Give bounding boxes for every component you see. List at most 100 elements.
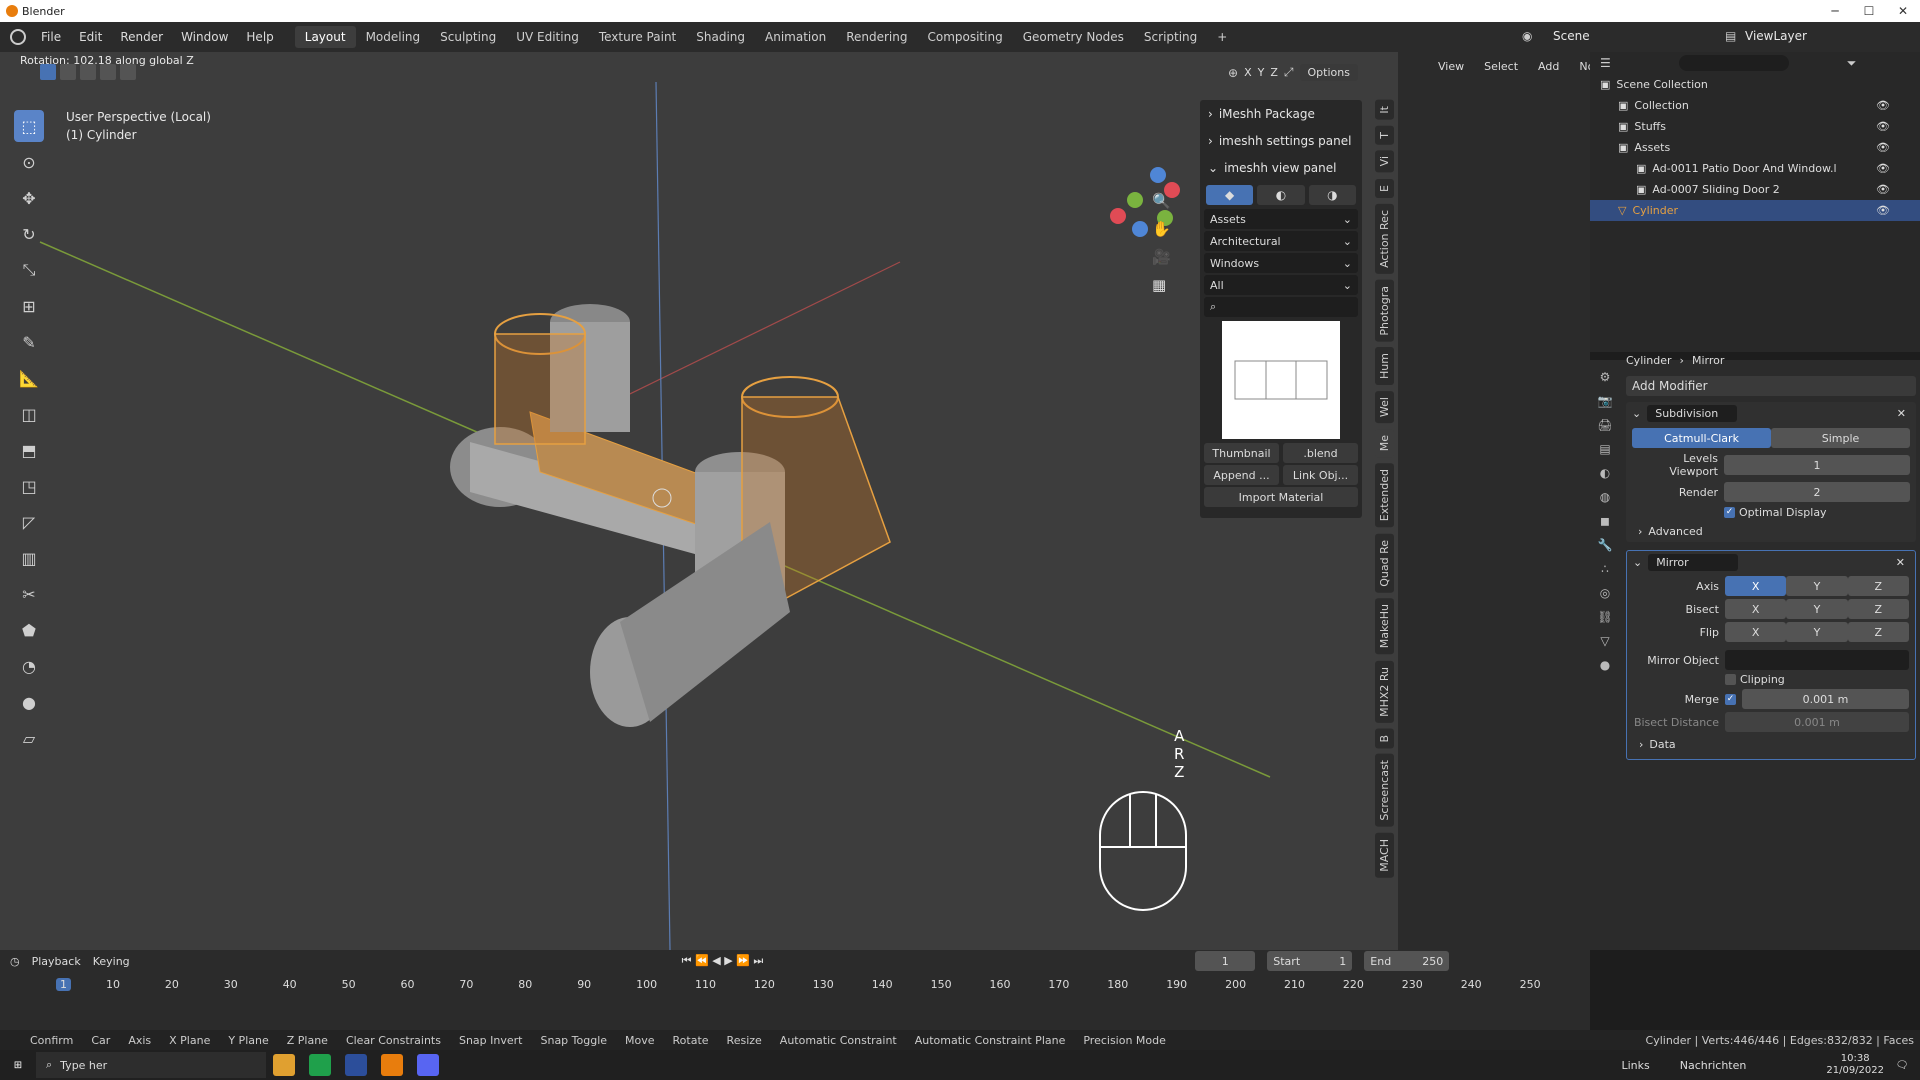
news-widget[interactable]: Nachrichten [1680, 1059, 1747, 1072]
add-modifier-button[interactable]: Add Modifier [1626, 376, 1916, 396]
subcategory-dropdown[interactable]: Windows ⌄ [1204, 253, 1358, 273]
visibility-eye-icon[interactable]: 👁 [1876, 141, 1890, 154]
playback-menu[interactable]: Playback [32, 955, 81, 968]
simple-button[interactable]: Simple [1771, 428, 1910, 448]
outliner-row[interactable]: ▣ Stuffs 👁 [1590, 116, 1920, 137]
annotate-tool-icon[interactable]: ✎ [14, 326, 44, 358]
flip-y-toggle[interactable]: Y [1786, 622, 1848, 642]
hdri-tab-icon[interactable]: ◑ [1308, 185, 1356, 205]
polybuild-tool-icon[interactable]: ⬟ [14, 614, 44, 646]
start-icon[interactable]: ⊞ [7, 1054, 29, 1076]
clipping-checkbox[interactable] [1725, 674, 1736, 685]
zoom-icon[interactable]: 🔍 [1152, 192, 1171, 210]
material-props-icon[interactable]: ● [1600, 658, 1610, 672]
rotate-tool-icon[interactable]: ↻ [14, 218, 44, 250]
tab-modeling[interactable]: Modeling [356, 26, 431, 48]
extrude-tool-icon[interactable]: ⬒ [14, 434, 44, 466]
sidebar-tab-tool[interactable]: T [1375, 125, 1394, 145]
tab-sculpting[interactable]: Sculpting [430, 26, 506, 48]
keying-menu[interactable]: Keying [93, 955, 130, 968]
shear-tool-icon[interactable]: ▱ [14, 722, 44, 754]
visibility-eye-icon[interactable]: 👁 [1876, 204, 1890, 217]
view-layer-props-icon[interactable]: ▤ [1599, 442, 1610, 456]
tool-props-icon[interactable]: ⚙ [1600, 370, 1611, 384]
sidebar-tab-mhx2[interactable]: MHX2 Ru [1375, 660, 1394, 723]
sidebar-tab-wel[interactable]: Wel [1375, 391, 1394, 424]
filter-icon[interactable]: ⏷ [1847, 56, 1857, 71]
blender-taskbar-icon[interactable] [381, 1054, 403, 1076]
minimize-button[interactable]: ─ [1818, 0, 1852, 22]
menu-file[interactable]: File [32, 30, 70, 44]
spin-tool-icon[interactable]: ◔ [14, 650, 44, 682]
sidebar-tab-view[interactable]: Vi [1375, 150, 1394, 173]
blend-button[interactable]: .blend [1283, 443, 1358, 463]
sidebar-tab-edit[interactable]: E [1375, 178, 1394, 198]
scene-props-icon[interactable]: ◐ [1600, 466, 1610, 480]
measure-tool-icon[interactable]: 📐 [14, 362, 44, 394]
levels-viewport-field[interactable]: 1 [1724, 455, 1910, 475]
select-tool-icon[interactable]: ⬚ [14, 110, 44, 142]
discord-icon[interactable] [417, 1054, 439, 1076]
display-mode-icon[interactable]: ☰ [1600, 56, 1611, 70]
append-button[interactable]: Append ... [1204, 465, 1279, 485]
sidebar-tab-mach[interactable]: MACH [1375, 832, 1394, 878]
options-dropdown[interactable]: Options [1299, 64, 1358, 81]
outliner-row[interactable]: ▽ Cylinder 👁 [1590, 200, 1920, 221]
axis-y-toggle[interactable]: Y [1786, 576, 1848, 596]
close-window-button[interactable]: ✕ [1886, 0, 1920, 22]
outliner-row[interactable]: ▣ Assets 👁 [1590, 137, 1920, 158]
particles-props-icon[interactable]: ∴ [1601, 562, 1609, 576]
play-controls[interactable]: ⏮ ⏪ ◀ ▶ ⏩ ⏭ [682, 954, 764, 968]
cursor-tool-icon[interactable]: ⊙ [14, 146, 44, 178]
timeline-ruler[interactable]: 1 10 20 30 40 50 60 70 80 90 100 110 120 130 140 150 160… [0, 978, 1590, 998]
object-props-icon[interactable]: ◼ [1600, 514, 1610, 528]
world-props-icon[interactable]: ◍ [1600, 490, 1610, 504]
imeshh-package-header[interactable]: › iMeshh Package [1200, 100, 1362, 127]
outliner-row[interactable]: ▣ Ad-0011 Patio Door And Window.l 👁 [1590, 158, 1920, 179]
menu-help[interactable]: Help [237, 30, 282, 44]
end-frame-field[interactable]: End 250 [1364, 951, 1450, 971]
sidebar-tab-hum[interactable]: Hum [1375, 347, 1394, 386]
category-dropdown[interactable]: Architectural ⌄ [1204, 231, 1358, 251]
tab-texture-paint[interactable]: Texture Paint [589, 26, 686, 48]
node-editor-area[interactable]: View Select Add Node [1398, 52, 1608, 950]
outliner-row[interactable]: ▣ Scene Collection [1590, 74, 1920, 95]
gizmo-toggle-icon[interactable]: ⊕ [1228, 66, 1238, 80]
camera-icon[interactable]: 🎥 [1152, 248, 1171, 266]
axis-x-toggle[interactable]: X [1725, 576, 1787, 596]
flip-z-toggle[interactable]: Z [1847, 622, 1909, 642]
spotify-icon[interactable] [309, 1054, 331, 1076]
smooth-tool-icon[interactable]: ● [14, 686, 44, 718]
3d-viewport[interactable]: Rotation: 102.18 along global Z User Per… [0, 52, 1398, 950]
file-explorer-icon[interactable] [273, 1054, 295, 1076]
node-menu-add[interactable]: Add [1538, 60, 1559, 73]
sidebar-tab-item[interactable]: It [1375, 100, 1394, 120]
taskbar-search[interactable]: ⌕ Type her [36, 1052, 266, 1078]
outliner-row[interactable]: ▣ Ad-0007 Sliding Door 2 👁 [1590, 179, 1920, 200]
outliner-row[interactable]: ▣ Collection 👁 [1590, 95, 1920, 116]
tab-shading[interactable]: Shading [686, 26, 755, 48]
current-frame-field[interactable]: 1 [1195, 951, 1256, 971]
tab-scripting[interactable]: Scripting [1134, 26, 1207, 48]
menu-edit[interactable]: Edit [70, 30, 111, 44]
remove-subdivision-icon[interactable]: ✕ [1897, 407, 1906, 420]
modifier-props-icon[interactable]: 🔧 [1598, 538, 1613, 552]
thumbnail-button[interactable]: Thumbnail [1204, 443, 1279, 463]
grid-view-icon[interactable]: ▦ [1152, 276, 1171, 294]
outliner-search-input[interactable] [1678, 55, 1789, 71]
data-props-icon[interactable]: ▽ [1600, 634, 1609, 648]
sidebar-tab-action-rec[interactable]: Action Rec [1375, 203, 1394, 274]
sidebar-tab-makehu[interactable]: MakeHu [1375, 598, 1394, 655]
render-props-icon[interactable]: 📷 [1598, 394, 1613, 408]
scene-selector[interactable]: Scene [1553, 29, 1590, 43]
add-cube-tool-icon[interactable]: ◫ [14, 398, 44, 430]
sidebar-tab-extended[interactable]: Extended [1375, 463, 1394, 528]
sidebar-tab-quad-re[interactable]: Quad Re [1375, 533, 1394, 593]
remove-mirror-icon[interactable]: ✕ [1896, 556, 1905, 569]
node-menu-select[interactable]: Select [1484, 60, 1518, 73]
bisect-x-toggle[interactable]: X [1725, 599, 1787, 619]
bisect-y-toggle[interactable]: Y [1786, 599, 1848, 619]
output-props-icon[interactable]: 🖨 [1597, 418, 1612, 432]
optimal-display-checkbox[interactable]: ✓ [1724, 507, 1735, 518]
asset-thumbnail[interactable] [1222, 321, 1340, 439]
